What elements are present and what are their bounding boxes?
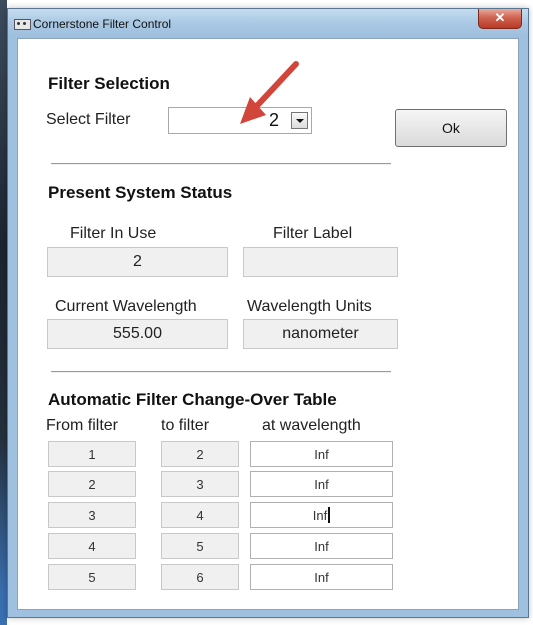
ok-button[interactable]: Ok bbox=[395, 109, 507, 147]
filter-label-field bbox=[243, 247, 398, 277]
close-icon: ✕ bbox=[494, 10, 506, 25]
divider bbox=[51, 163, 391, 165]
changeover-table-heading: Automatic Filter Change-Over Table bbox=[48, 390, 337, 409]
from-filter-cell: 5 bbox=[48, 564, 136, 590]
filter-in-use-field: 2 bbox=[47, 247, 228, 277]
from-filter-cell: 4 bbox=[48, 533, 136, 559]
title-bar[interactable]: Cornerstone Filter Control ✕ bbox=[8, 9, 528, 38]
close-button[interactable]: ✕ bbox=[478, 9, 522, 29]
text-cursor bbox=[328, 507, 331, 523]
divider bbox=[51, 371, 391, 373]
dialog-body: Filter Selection Select Filter 2 Ok Pres… bbox=[17, 38, 519, 610]
filter-label-label: Filter Label bbox=[273, 225, 353, 242]
from-filter-cell: 3 bbox=[48, 502, 136, 528]
to-filter-cell: 6 bbox=[161, 564, 239, 590]
from-filter-cell: 2 bbox=[48, 471, 136, 497]
from-filter-cell: 1 bbox=[48, 441, 136, 467]
background-edge bbox=[0, 0, 7, 625]
filter-in-use-label: Filter In Use bbox=[70, 225, 157, 242]
wavelength-value: Inf bbox=[312, 507, 328, 523]
wavelength-input-focused[interactable]: Inf bbox=[250, 502, 393, 528]
current-wavelength-field: 555.00 bbox=[47, 319, 228, 349]
current-wavelength-label: Current Wavelength bbox=[55, 298, 197, 315]
filter-select-value: 2 bbox=[268, 110, 279, 130]
to-filter-cell: 3 bbox=[161, 471, 239, 497]
chevron-down-icon[interactable] bbox=[291, 112, 308, 129]
wavelength-input[interactable]: Inf bbox=[250, 471, 393, 497]
app-icon bbox=[14, 19, 31, 30]
to-filter-cell: 4 bbox=[161, 502, 239, 528]
filter-selection-heading: Filter Selection bbox=[48, 74, 170, 93]
column-header-from: From filter bbox=[46, 417, 118, 434]
wavelength-input[interactable]: Inf bbox=[250, 441, 393, 467]
filter-control-window: Cornerstone Filter Control ✕ Filter Sele… bbox=[7, 8, 529, 618]
to-filter-cell: 2 bbox=[161, 441, 239, 467]
wavelength-units-label: Wavelength Units bbox=[247, 298, 372, 315]
window-title: Cornerstone Filter Control bbox=[33, 17, 172, 31]
column-header-wavelength: at wavelength bbox=[262, 417, 361, 434]
select-filter-label: Select Filter bbox=[46, 111, 131, 128]
filter-select[interactable]: 2 bbox=[168, 107, 312, 134]
system-status-heading: Present System Status bbox=[48, 183, 233, 202]
wavelength-input[interactable]: Inf bbox=[250, 533, 393, 559]
wavelength-input[interactable]: Inf bbox=[250, 564, 393, 590]
wavelength-units-field: nanometer bbox=[243, 319, 398, 349]
column-header-to: to filter bbox=[161, 417, 210, 434]
to-filter-cell: 5 bbox=[161, 533, 239, 559]
